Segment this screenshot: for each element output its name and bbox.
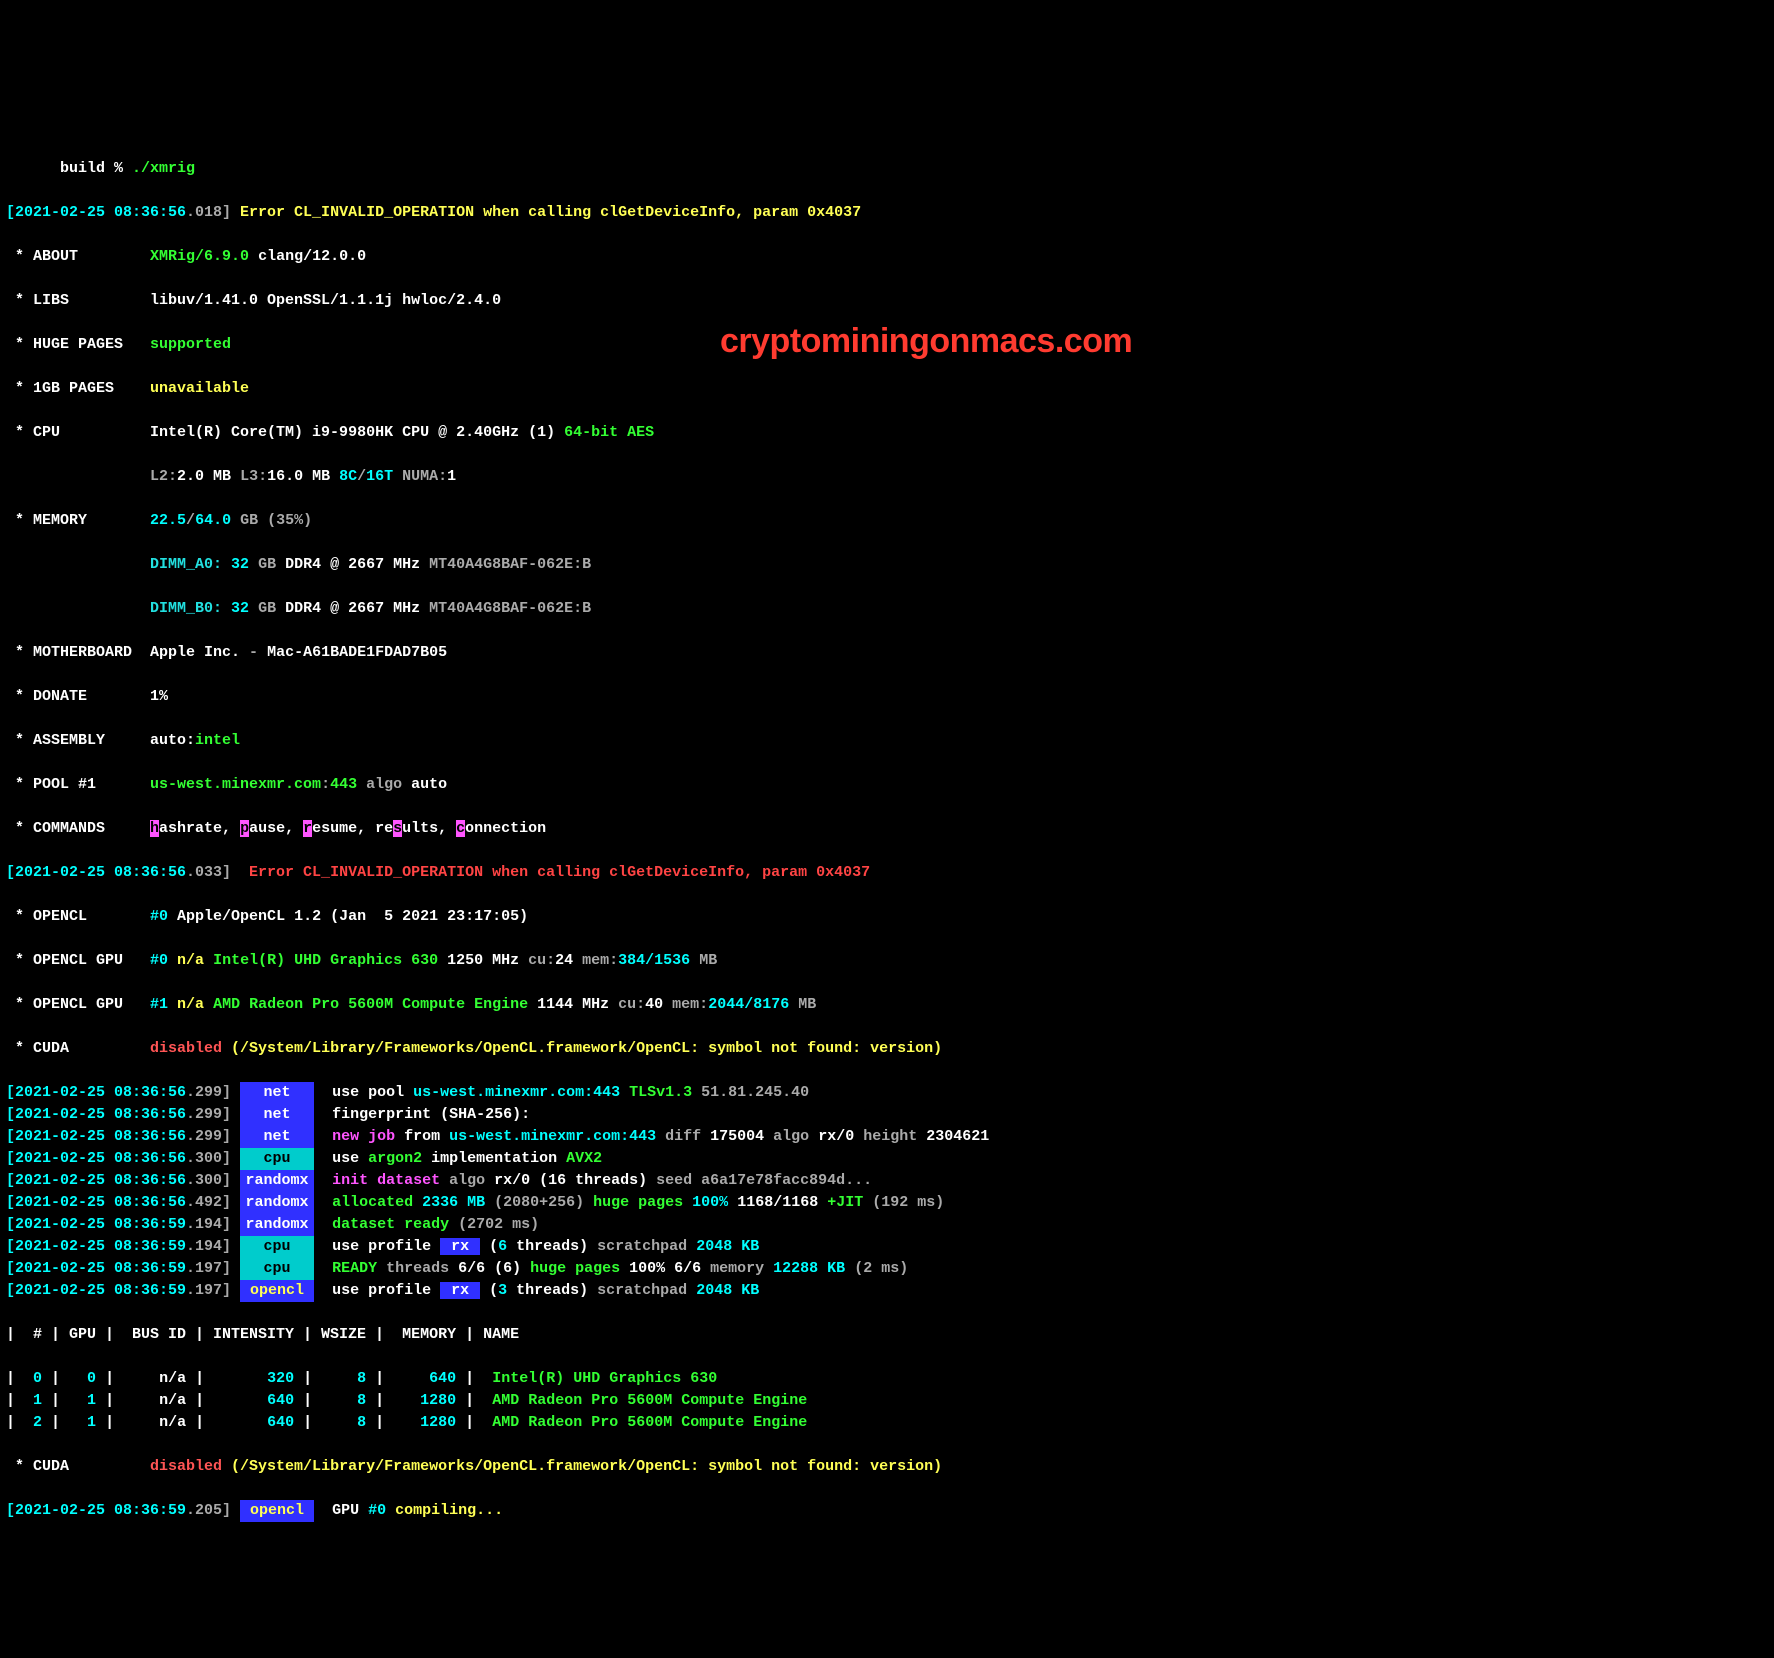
line-motherboard: * MOTHERBOARD Apple Inc. - Mac-A61BADE1F… (6, 642, 1768, 664)
line-assembly: * ASSEMBLY auto:intel (6, 730, 1768, 752)
gpu-table-header: | # | GPU | BUS ID | INTENSITY | WSIZE |… (6, 1324, 1768, 1346)
line-libs: * LIBS libuv/1.41.0 OpenSSL/1.1.1j hwloc… (6, 290, 1768, 312)
log-section: [2021-02-25 08:36:56.299] net use pool u… (6, 1082, 1768, 1302)
line-dimm0: DIMM_A0: 32 GB DDR4 @ 2667 MHz MT40A4G8B… (6, 554, 1768, 576)
line-dimm1: DIMM_B0: 32 GB DDR4 @ 2667 MHz MT40A4G8B… (6, 598, 1768, 620)
log-line: [2021-02-25 08:36:56.300] cpu use argon2… (6, 1148, 1768, 1170)
line-error-1: [2021-02-25 08:36:56.018] Error CL_INVAL… (6, 202, 1768, 224)
line-about: * ABOUT XMRig/6.9.0 clang/12.0.0 (6, 246, 1768, 268)
log-line: [2021-02-25 08:36:56.299] net new job fr… (6, 1126, 1768, 1148)
gpu-table-row: | 2 | 1 | n/a | 640 | 8 | 1280 | AMD Rad… (6, 1412, 1768, 1434)
log-line: [2021-02-25 08:36:56.299] net fingerprin… (6, 1104, 1768, 1126)
line-memory: * MEMORY 22.5/64.0 GB (35%) (6, 510, 1768, 532)
gpu-table-row: | 1 | 1 | n/a | 640 | 8 | 1280 | AMD Rad… (6, 1390, 1768, 1412)
line-commands: * COMMANDS hashrate, pause, resume, resu… (6, 818, 1768, 840)
log-line: [2021-02-25 08:36:56.300] randomx init d… (6, 1170, 1768, 1192)
line-compiling: [2021-02-25 08:36:59.205] opencl GPU #0 … (6, 1500, 1768, 1522)
line-prompt: build % ./xmrig (6, 158, 1768, 180)
log-line: [2021-02-25 08:36:59.197] cpu READY thre… (6, 1258, 1768, 1280)
line-opencl-gpu-1: * OPENCL GPU #1 n/a AMD Radeon Pro 5600M… (6, 994, 1768, 1016)
log-line: [2021-02-25 08:36:59.194] cpu use profil… (6, 1236, 1768, 1258)
terminal-output[interactable]: cryptominingonmacs.com build % ./xmrig [… (0, 110, 1774, 1548)
log-line: [2021-02-25 08:36:59.197] opencl use pro… (6, 1280, 1768, 1302)
line-opencl: * OPENCL #0 Apple/OpenCL 1.2 (Jan 5 2021… (6, 906, 1768, 928)
line-opencl-gpu-0: * OPENCL GPU #0 n/a Intel(R) UHD Graphic… (6, 950, 1768, 972)
line-cache: L2:2.0 MB L3:16.0 MB 8C/16T NUMA:1 (6, 466, 1768, 488)
line-cuda-2: * CUDA disabled (/System/Library/Framewo… (6, 1456, 1768, 1478)
line-cpu: * CPU Intel(R) Core(TM) i9-9980HK CPU @ … (6, 422, 1768, 444)
gpu-table-rows: | 0 | 0 | n/a | 320 | 8 | 640 | Intel(R)… (6, 1368, 1768, 1434)
gpu-table-row: | 0 | 0 | n/a | 320 | 8 | 640 | Intel(R)… (6, 1368, 1768, 1390)
line-donate: * DONATE 1% (6, 686, 1768, 708)
line-cuda: * CUDA disabled (/System/Library/Framewo… (6, 1038, 1768, 1060)
log-line: [2021-02-25 08:36:59.194] randomx datase… (6, 1214, 1768, 1236)
line-onegbpages: * 1GB PAGES unavailable (6, 378, 1768, 400)
watermark-text: cryptominingonmacs.com (720, 330, 1132, 352)
line-pool: * POOL #1 us-west.minexmr.com:443 algo a… (6, 774, 1768, 796)
log-line: [2021-02-25 08:36:56.299] net use pool u… (6, 1082, 1768, 1104)
line-error-2: [2021-02-25 08:36:56.033] Error CL_INVAL… (6, 862, 1768, 884)
log-line: [2021-02-25 08:36:56.492] randomx alloca… (6, 1192, 1768, 1214)
